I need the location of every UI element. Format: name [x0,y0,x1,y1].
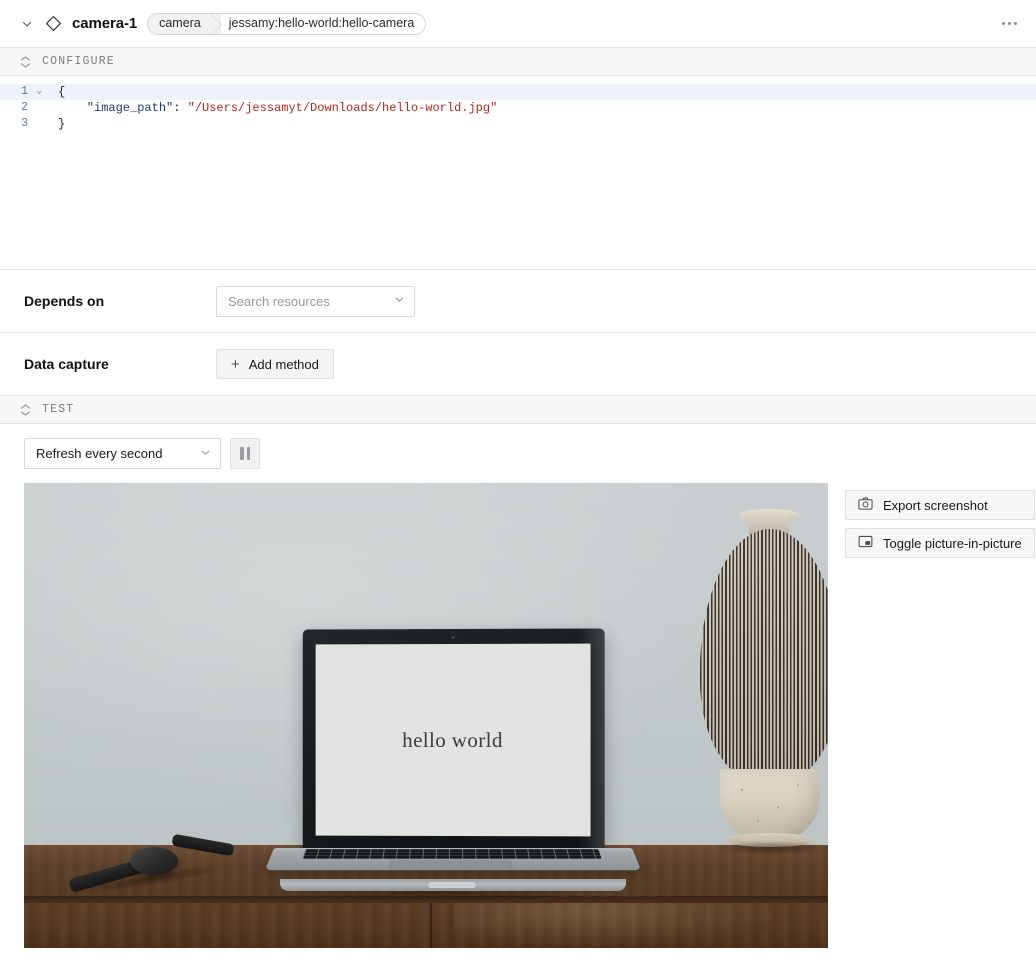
code-line[interactable]: 2 "image_path": "/Users/jessamyt/Downloa… [0,100,1036,116]
camera-stream-image: hello world [24,483,828,948]
pause-icon-bar [247,447,251,460]
add-method-button[interactable]: + Add method [216,349,334,379]
code-token: { [58,85,65,99]
chevron-down-icon [394,292,405,310]
line-number: 1 [0,84,30,100]
scene-vase-shadow [714,841,828,855]
camera-icon [858,496,873,514]
scene-vase [692,501,828,901]
ellipsis-dot [1002,22,1005,25]
code-text: } [48,116,65,132]
ellipsis-dot [1014,22,1017,25]
export-screenshot-label: Export screenshot [883,498,988,513]
depends-on-label: Depends on [24,293,216,309]
diamond-icon [42,13,64,35]
pause-icon-bar [240,447,244,460]
scene-vase-body [700,529,828,783]
depends-on-select[interactable]: Search resources [216,286,415,317]
ellipsis-dot [1008,22,1011,25]
export-screenshot-button[interactable]: Export screenshot [845,490,1035,520]
data-capture-label: Data capture [24,356,216,372]
depends-on-placeholder: Search resources [228,294,394,309]
scene-laptop-base [265,848,641,870]
pause-button[interactable] [230,438,260,469]
toggle-pip-button[interactable]: Toggle picture-in-picture [845,528,1035,558]
resource-card-header: camera-1 camera jessamy:hello-world:hell… [0,0,1036,48]
camera-stream-area: hello world [0,483,1036,948]
ellipsis-icon[interactable] [996,11,1022,37]
config-code-editor[interactable]: 1 ⌄ { 2 "image_path": "/Users/jessamyt/D… [0,76,1036,270]
refresh-rate-select[interactable]: Refresh every second [24,438,221,469]
scene-watch-strap [171,834,234,857]
code-token: } [58,117,65,131]
scene-laptop-keyboard [302,849,601,859]
scene-vase-foot [720,769,820,843]
scene-laptop-lid: hello world [303,628,605,851]
configure-section-label: CONFIGURE [42,55,115,68]
code-line[interactable]: 1 ⌄ { [0,84,1036,100]
plus-icon: + [231,357,240,372]
add-method-label: Add method [249,357,319,372]
line-number: 2 [0,100,30,116]
breadcrumb-type: camera [148,14,210,34]
code-text: { [48,84,65,100]
scene-watch-face [130,847,178,875]
code-line[interactable]: 3 } [0,116,1036,132]
breadcrumb: camera jessamy:hello-world:hello-camera [147,13,426,35]
scene-drawer-seam [430,903,432,948]
code-token-key: "image_path" [58,101,173,115]
test-section-label: TEST [42,403,74,416]
data-capture-row: Data capture + Add method [0,333,1036,396]
scene-laptop-base-notch [428,882,476,888]
code-token-punct: : [173,101,187,115]
scene-webcam-dot [452,636,454,639]
stream-action-buttons: Export screenshot Toggle picture-in-pict… [845,483,1035,558]
breadcrumb-separator-icon [210,14,221,34]
scene-laptop: hello world [274,629,586,901]
laptop-screen-text: hello world [402,727,503,752]
code-text: "image_path": "/Users/jessamyt/Downloads… [48,100,497,116]
collapse-vertical-icon[interactable] [18,403,32,417]
chevron-down-icon [200,445,211,463]
collapse-vertical-icon[interactable] [18,55,32,69]
test-section-header[interactable]: TEST [0,396,1036,424]
breadcrumb-model: jessamy:hello-world:hello-camera [221,14,426,34]
scene-desk-sheen [454,903,784,948]
chevron-down-icon[interactable] [18,15,36,33]
refresh-rate-value: Refresh every second [36,446,200,461]
line-number: 3 [0,116,30,132]
toggle-pip-label: Toggle picture-in-picture [883,536,1022,551]
picture-in-picture-icon [858,534,873,552]
scene-laptop-trackpad [389,861,512,869]
scene-laptop-screen: hello world [316,644,591,837]
configure-section-header[interactable]: CONFIGURE [0,48,1036,76]
code-token-string: "/Users/jessamyt/Downloads/hello-world.j… [188,101,498,115]
scene-watch [68,835,234,895]
page-title: camera-1 [72,15,137,32]
test-controls: Refresh every second [0,424,1036,483]
depends-on-row: Depends on Search resources [0,270,1036,333]
fold-toggle-icon[interactable]: ⌄ [30,84,48,100]
